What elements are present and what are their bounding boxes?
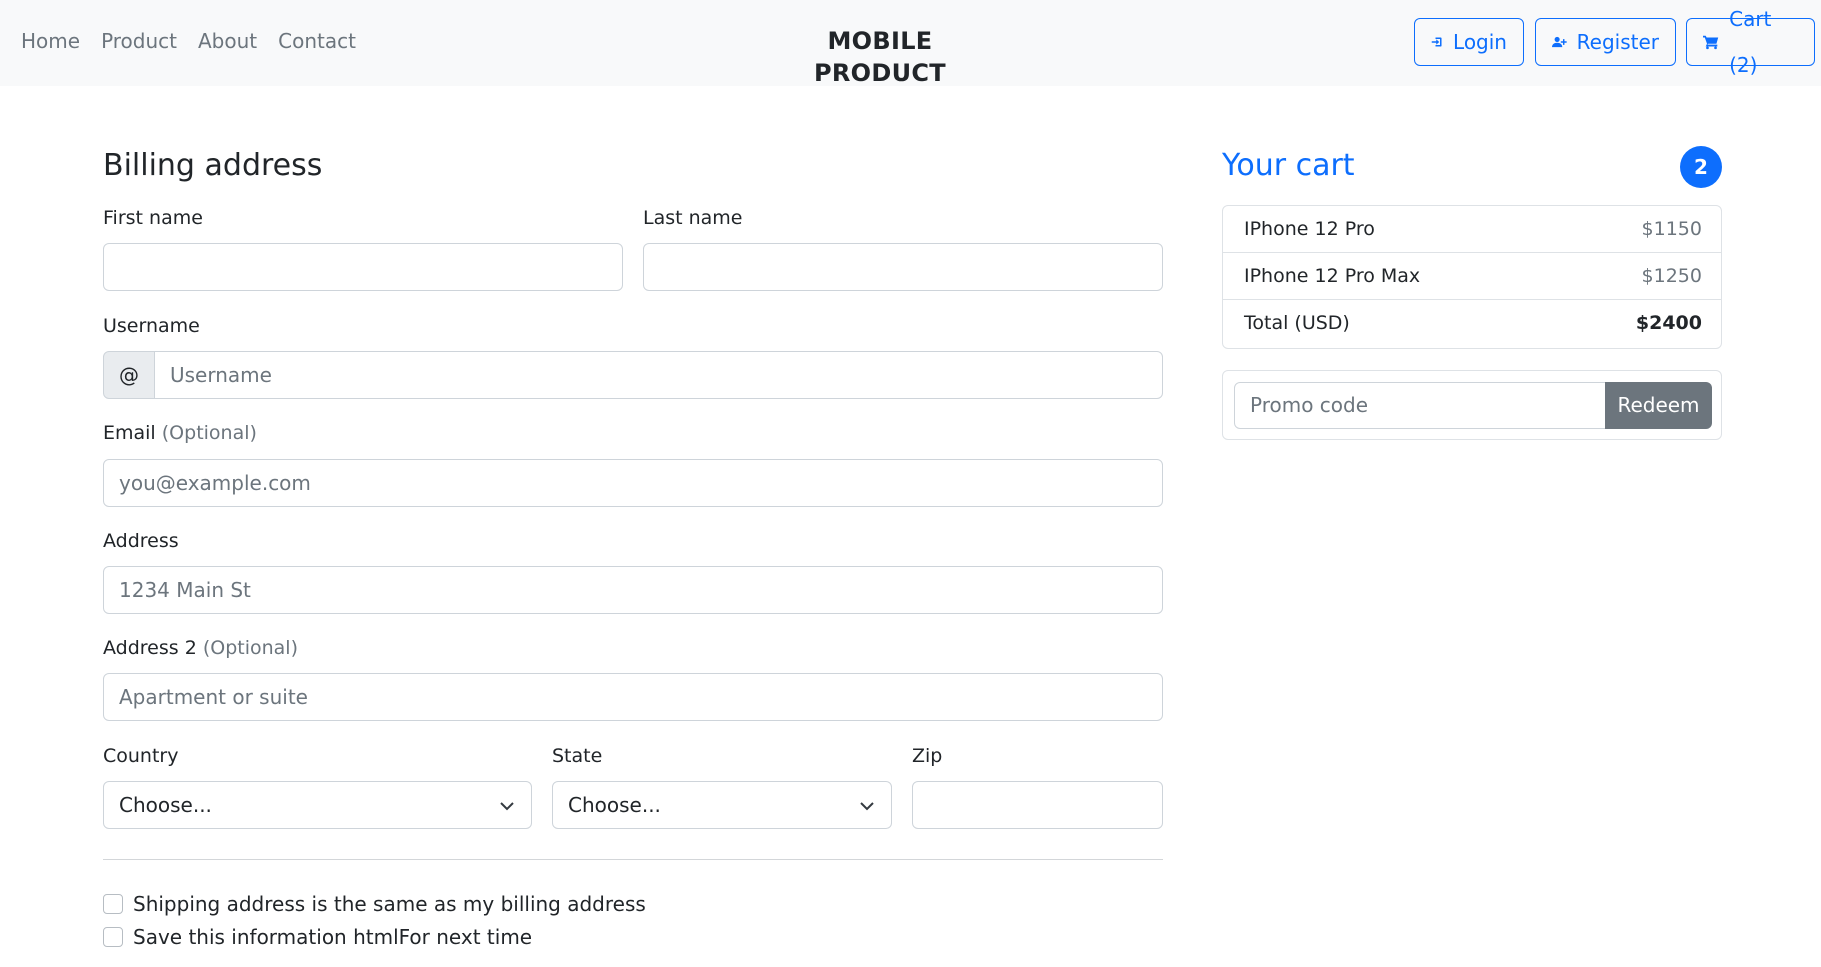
cart-item-name: IPhone 12 Pro Max bbox=[1244, 265, 1421, 287]
same-address-checkbox[interactable] bbox=[103, 894, 123, 914]
email-optional: (Optional) bbox=[161, 422, 257, 444]
address-input[interactable]: 1234 Main St bbox=[103, 566, 1163, 614]
country-select[interactable]: Choose... bbox=[103, 781, 532, 829]
cart-item-price: $1150 bbox=[1641, 218, 1702, 240]
username-prefix: @ bbox=[103, 351, 155, 399]
nav-about-link[interactable]: About bbox=[198, 28, 257, 54]
top-navbar: Home Product About Contact MOBILE PRODUC… bbox=[0, 0, 1821, 89]
address2-label: Address 2 (Optional) bbox=[103, 636, 298, 660]
state-select[interactable]: Choose... bbox=[552, 781, 892, 829]
promo-card: Promo code Redeem bbox=[1222, 370, 1722, 440]
register-button[interactable]: Register bbox=[1535, 18, 1676, 66]
shopping-cart-icon bbox=[1703, 35, 1719, 50]
state-selected: Choose... bbox=[568, 793, 661, 817]
login-label: Login bbox=[1453, 30, 1507, 54]
cart-button[interactable]: Cart (2) bbox=[1686, 7, 1815, 77]
email-input[interactable]: you@example.com bbox=[103, 459, 1163, 507]
cart-label: Cart (2) bbox=[1729, 7, 1772, 77]
country-selected: Choose... bbox=[119, 793, 212, 817]
address2-optional: (Optional) bbox=[202, 637, 299, 659]
save-info-label[interactable]: Save this information htmlFor next time bbox=[133, 925, 532, 949]
login-button[interactable]: Login bbox=[1414, 18, 1524, 66]
promo-code-input[interactable]: Promo code bbox=[1234, 382, 1606, 429]
cart-total-row: Total (USD) $2400 bbox=[1223, 300, 1721, 350]
username-label: Username bbox=[103, 315, 200, 337]
cart-list: IPhone 12 Pro $1150 IPhone 12 Pro Max $1… bbox=[1222, 205, 1722, 349]
nav-contact-link[interactable]: Contact bbox=[278, 28, 356, 54]
address2-label-text: Address 2 bbox=[103, 637, 197, 659]
cart-total-value: $2400 bbox=[1635, 312, 1702, 334]
cart-item: IPhone 12 Pro Max $1250 bbox=[1223, 253, 1721, 300]
user-plus-icon bbox=[1552, 36, 1567, 48]
last-name-label: Last name bbox=[643, 207, 743, 229]
username-input[interactable]: Username bbox=[154, 351, 1163, 399]
zip-input[interactable] bbox=[912, 781, 1163, 829]
cart-total-label: Total (USD) bbox=[1244, 312, 1350, 334]
same-address-label[interactable]: Shipping address is the same as my billi… bbox=[133, 892, 646, 916]
divider bbox=[103, 859, 1163, 860]
save-info-checkbox[interactable] bbox=[103, 927, 123, 947]
nav-home-link[interactable]: Home bbox=[21, 28, 80, 54]
register-label: Register bbox=[1576, 30, 1659, 54]
cart-count-badge: 2 bbox=[1680, 146, 1722, 188]
nav-product-link[interactable]: Product bbox=[101, 28, 177, 54]
address2-input[interactable]: Apartment or suite bbox=[103, 673, 1163, 721]
chevron-down-icon bbox=[500, 802, 514, 811]
main-nav: Home Product About Contact bbox=[21, 28, 377, 54]
first-name-input[interactable] bbox=[103, 243, 623, 291]
sign-in-icon bbox=[1431, 37, 1442, 47]
redeem-button[interactable]: Redeem bbox=[1605, 382, 1712, 429]
cart-title: Your cart bbox=[1222, 148, 1355, 183]
email-label: Email (Optional) bbox=[103, 421, 257, 445]
country-label: Country bbox=[103, 745, 179, 767]
first-name-label: First name bbox=[103, 207, 203, 229]
state-label: State bbox=[552, 745, 603, 767]
cart-item-price: $1250 bbox=[1641, 265, 1702, 287]
address-label: Address bbox=[103, 530, 179, 552]
last-name-input[interactable] bbox=[643, 243, 1163, 291]
email-label-text: Email bbox=[103, 422, 156, 444]
zip-label: Zip bbox=[912, 745, 943, 767]
billing-title: Billing address bbox=[103, 148, 323, 183]
chevron-down-icon bbox=[860, 802, 874, 811]
cart-item-name: IPhone 12 Pro bbox=[1244, 218, 1375, 240]
cart-item: IPhone 12 Pro $1150 bbox=[1223, 206, 1721, 253]
brand-title[interactable]: MOBILE PRODUCT bbox=[770, 25, 990, 89]
